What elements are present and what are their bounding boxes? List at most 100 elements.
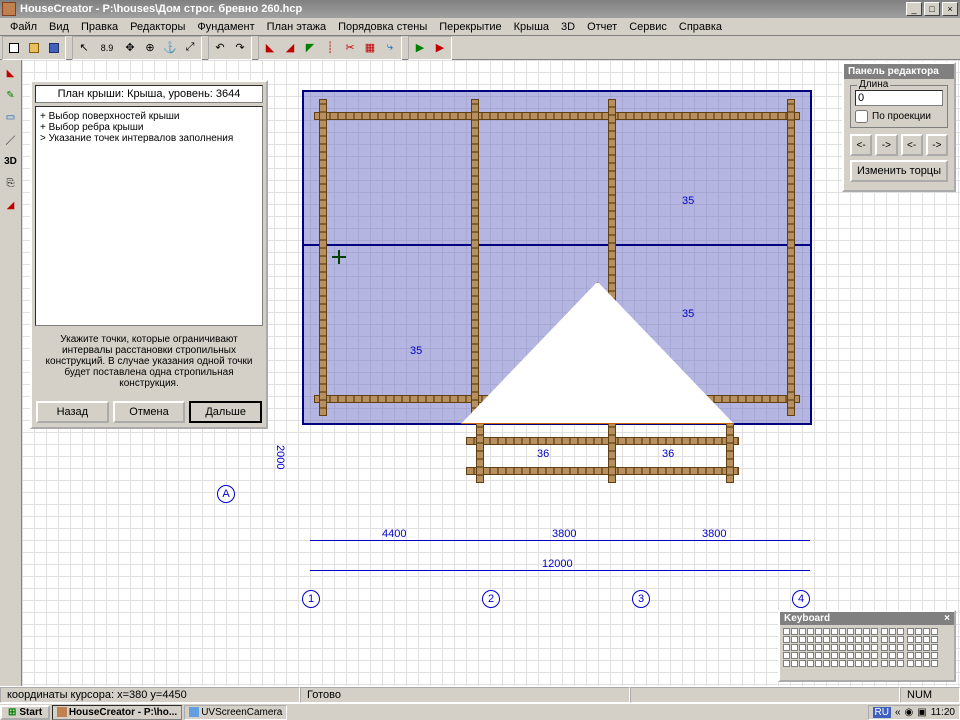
arrow-right-2[interactable]: -> bbox=[926, 134, 948, 156]
tray-icon-1[interactable]: ◉ bbox=[905, 707, 914, 718]
axis-2: 2 bbox=[482, 590, 500, 608]
roof-gable bbox=[461, 282, 734, 424]
menu-wallorder[interactable]: Порядовка стены bbox=[332, 21, 433, 33]
next-button[interactable]: Дальше bbox=[189, 401, 262, 423]
change-ends-button[interactable]: Изменить торцы bbox=[850, 160, 948, 182]
dim-35a: 35 bbox=[682, 195, 694, 207]
back-button[interactable]: Назад bbox=[36, 401, 109, 423]
tray-arrows[interactable]: « bbox=[895, 707, 901, 718]
dim-35b: 35 bbox=[682, 308, 694, 320]
start-button[interactable]: ⊞ Start bbox=[0, 705, 50, 720]
undo-button[interactable]: ↶ bbox=[210, 38, 230, 58]
statusbar: координаты курсора: x=380 y=4450 Готово … bbox=[0, 686, 960, 703]
length-label: Длина bbox=[857, 79, 890, 90]
menu-roof[interactable]: Крыша bbox=[508, 21, 555, 33]
menu-foundation[interactable]: Фундамент bbox=[191, 21, 260, 33]
move-icon[interactable]: ✥ bbox=[120, 38, 140, 58]
tray-icon-2[interactable]: ▣ bbox=[917, 707, 926, 718]
task-header: План крыши: Крыша, уровень: 3644 bbox=[35, 85, 263, 103]
status-coords: координаты курсора: x=380 y=4450 bbox=[0, 687, 300, 703]
tool-green-icon[interactable]: ◤ bbox=[300, 38, 320, 58]
editor-panel-title: Панель редактора bbox=[844, 64, 954, 79]
snap-arrow-icon[interactable]: ↖ bbox=[74, 38, 94, 58]
tool-3d-button[interactable]: 3D bbox=[2, 152, 20, 170]
drawing-canvas[interactable]: 35 35 35 36 36 2000 А 4400 3800 3800 120… bbox=[22, 60, 960, 686]
snap-89-button[interactable]: 8.9 bbox=[94, 38, 120, 58]
onscreen-keyboard[interactable]: Keyboard × bbox=[778, 610, 956, 682]
status-num: NUM bbox=[900, 687, 960, 703]
arrow-right-1[interactable]: -> bbox=[875, 134, 897, 156]
clock[interactable]: 11:20 bbox=[931, 707, 955, 718]
roof-plan[interactable] bbox=[302, 90, 812, 425]
flag-red-icon[interactable]: ▶ bbox=[430, 38, 450, 58]
dim-3800a: 3800 bbox=[552, 528, 576, 540]
menu-floorplan[interactable]: План этажа bbox=[261, 21, 332, 33]
tool-dash-icon[interactable]: ┊ bbox=[320, 38, 340, 58]
minimize-button[interactable]: _ bbox=[906, 2, 922, 16]
length-input[interactable] bbox=[855, 90, 943, 106]
cancel-button[interactable]: Отмена bbox=[113, 401, 186, 423]
open-file-button[interactable] bbox=[24, 38, 44, 58]
task-step-2: + Выбор ребра крыши bbox=[40, 122, 258, 133]
editor-panel: Панель редактора Длина По проекции <- ->… bbox=[842, 62, 956, 192]
menu-service[interactable]: Сервис bbox=[623, 21, 673, 33]
keyboard-nav-block[interactable] bbox=[881, 628, 904, 667]
taskbar-app-active[interactable]: HouseCreator - P:\ho... bbox=[52, 705, 182, 720]
projection-label: По проекции bbox=[872, 111, 931, 122]
tool-cut-icon[interactable]: ✂ bbox=[340, 38, 360, 58]
tool-bend-icon[interactable]: ⤷ bbox=[380, 38, 400, 58]
tool-paint-icon[interactable]: ◢ bbox=[2, 196, 20, 214]
close-button[interactable]: × bbox=[942, 2, 958, 16]
anchor-icon[interactable]: ⚓ bbox=[160, 38, 180, 58]
flag-green-icon[interactable]: ▶ bbox=[410, 38, 430, 58]
window-title: HouseCreator - P:\houses\Дом строг. брев… bbox=[20, 3, 904, 15]
system-tray[interactable]: RU « ◉ ▣ 11:20 bbox=[868, 705, 960, 720]
tool-hatch-icon[interactable]: ▦ bbox=[360, 38, 380, 58]
axis-4: 4 bbox=[792, 590, 810, 608]
tool-window-icon[interactable]: ▭ bbox=[2, 108, 20, 126]
status-empty bbox=[630, 687, 900, 703]
arrow-left-2[interactable]: <- bbox=[901, 134, 923, 156]
tool-triangle-icon[interactable]: ◣ bbox=[2, 64, 20, 82]
keyboard-numpad-block[interactable] bbox=[907, 628, 938, 667]
target-icon[interactable]: ⊕ bbox=[140, 38, 160, 58]
maximize-button[interactable]: □ bbox=[924, 2, 940, 16]
task-step-3: > Указание точек интервалов заполнения bbox=[40, 133, 258, 144]
tool-red2-icon[interactable]: ◢ bbox=[280, 38, 300, 58]
menu-view[interactable]: Вид bbox=[43, 21, 75, 33]
left-toolbar: ◣ ✎ ▭ ／ 3D ⎘ ◢ bbox=[0, 60, 22, 686]
tool-line-icon[interactable]: ／ bbox=[2, 130, 20, 148]
measure-icon[interactable]: ⤢ bbox=[180, 38, 200, 58]
menu-report[interactable]: Отчет bbox=[581, 21, 623, 33]
dim-2000: 2000 bbox=[274, 445, 286, 469]
arrow-left-1[interactable]: <- bbox=[850, 134, 872, 156]
uvscreen-icon bbox=[189, 707, 199, 717]
workspace: ◣ ✎ ▭ ／ 3D ⎘ ◢ 35 35 35 36 36 2000 А bbox=[0, 60, 960, 686]
tool-pencil-icon[interactable]: ✎ bbox=[2, 86, 20, 104]
lang-indicator[interactable]: RU bbox=[873, 707, 891, 718]
axis-a: А bbox=[217, 485, 235, 503]
redo-button[interactable]: ↷ bbox=[230, 38, 250, 58]
keyboard-close-icon[interactable]: × bbox=[944, 613, 950, 624]
app-icon-small bbox=[57, 707, 67, 717]
menu-edit[interactable]: Правка bbox=[75, 21, 124, 33]
menu-file[interactable]: Файл bbox=[4, 21, 43, 33]
new-file-button[interactable] bbox=[4, 38, 24, 58]
titlebar: HouseCreator - P:\houses\Дом строг. брев… bbox=[0, 0, 960, 18]
taskbar-app-2[interactable]: UVScreenCamera bbox=[184, 705, 287, 720]
status-ready: Готово bbox=[300, 687, 630, 703]
tool-copy-icon[interactable]: ⎘ bbox=[2, 174, 20, 192]
menu-3d[interactable]: 3D bbox=[555, 21, 581, 33]
dim-12000: 12000 bbox=[542, 558, 573, 570]
keyboard-title: Keyboard bbox=[784, 613, 830, 624]
menu-help[interactable]: Справка bbox=[673, 21, 728, 33]
menu-editors[interactable]: Редакторы bbox=[124, 21, 191, 33]
projection-checkbox[interactable] bbox=[855, 110, 868, 123]
keyboard-main-block[interactable] bbox=[783, 628, 878, 667]
dim-3800b: 3800 bbox=[702, 528, 726, 540]
tool-red1-icon[interactable]: ◣ bbox=[260, 38, 280, 58]
task-panel: План крыши: Крыша, уровень: 3644 + Выбор… bbox=[30, 80, 268, 429]
windows-icon: ⊞ bbox=[8, 707, 16, 718]
menu-overlap[interactable]: Перекрытие bbox=[433, 21, 507, 33]
save-file-button[interactable] bbox=[44, 38, 64, 58]
